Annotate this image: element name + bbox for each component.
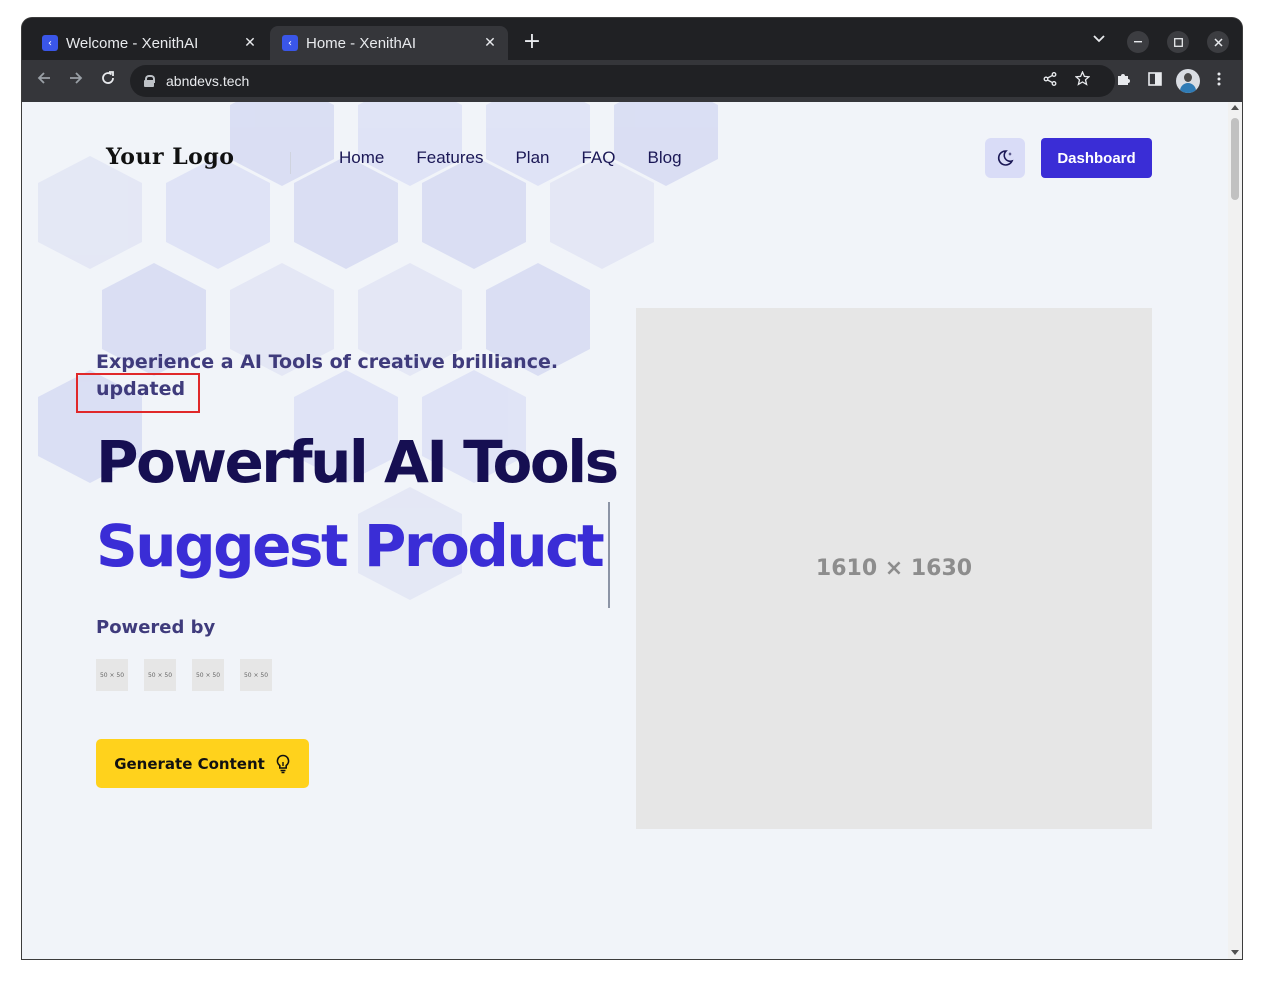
nav-link-features[interactable]: Features bbox=[416, 148, 483, 168]
site-logo[interactable]: Your Logo bbox=[106, 144, 234, 170]
tab-close-icon[interactable]: ✕ bbox=[242, 35, 258, 51]
hero-headline: Powerful AI Tools bbox=[96, 428, 619, 496]
partner-logo-placeholder: 50 × 50 bbox=[96, 659, 128, 691]
tab-welcome[interactable]: ‹ Welcome - XenithAI ✕ bbox=[30, 26, 268, 60]
hero-typed-headline: Suggest Product bbox=[96, 512, 605, 580]
powered-by-label: Powered by bbox=[96, 617, 216, 638]
side-panel-icon[interactable] bbox=[1143, 69, 1167, 93]
browser-menu-icon[interactable] bbox=[1207, 69, 1231, 93]
generate-content-button[interactable]: Generate Content bbox=[96, 739, 309, 788]
maximize-icon[interactable] bbox=[1167, 31, 1189, 53]
site-navigation: Home Features Plan FAQ Blog bbox=[339, 148, 714, 168]
partner-logos: 50 × 50 50 × 50 50 × 50 50 × 50 bbox=[96, 659, 288, 691]
tab-strip: ‹ Welcome - XenithAI ✕ ‹ Home - XenithAI… bbox=[22, 18, 1242, 60]
site-favicon-icon: ‹ bbox=[282, 35, 298, 51]
url-text[interactable]: abndevs.tech bbox=[166, 73, 249, 89]
lock-icon[interactable] bbox=[144, 75, 155, 87]
tab-close-icon[interactable]: ✕ bbox=[482, 35, 498, 51]
tab-title: Home - XenithAI bbox=[306, 34, 417, 52]
close-window-icon[interactable] bbox=[1207, 31, 1229, 53]
tab-title: Welcome - XenithAI bbox=[66, 34, 199, 52]
address-bar[interactable]: abndevs.tech bbox=[130, 65, 1115, 97]
profile-avatar[interactable] bbox=[1176, 69, 1200, 93]
scroll-up-icon[interactable] bbox=[1231, 105, 1239, 110]
typing-caret bbox=[608, 502, 610, 608]
page-scrollbar[interactable] bbox=[1228, 102, 1242, 959]
cta-label: Generate Content bbox=[114, 754, 265, 773]
page-viewport: Your Logo Home Features Plan FAQ Blog Da… bbox=[22, 102, 1242, 959]
partner-logo-placeholder: 50 × 50 bbox=[144, 659, 176, 691]
logo-divider bbox=[290, 152, 291, 174]
extensions-icon[interactable] bbox=[1111, 69, 1135, 93]
new-tab-button[interactable]: + bbox=[520, 31, 544, 55]
site-favicon-icon: ‹ bbox=[42, 35, 58, 51]
minimize-icon[interactable] bbox=[1127, 31, 1149, 53]
partner-logo-placeholder: 50 × 50 bbox=[192, 659, 224, 691]
browser-window: ‹ Welcome - XenithAI ✕ ‹ Home - XenithAI… bbox=[22, 18, 1242, 959]
nav-link-plan[interactable]: Plan bbox=[515, 148, 549, 168]
hero-image-placeholder: 1610 × 1630 bbox=[636, 308, 1152, 829]
nav-link-faq[interactable]: FAQ bbox=[581, 148, 615, 168]
bookmark-star-icon[interactable] bbox=[1066, 65, 1098, 97]
back-icon[interactable] bbox=[32, 69, 56, 93]
nav-link-blog[interactable]: Blog bbox=[648, 148, 682, 168]
moon-icon bbox=[997, 150, 1014, 166]
annotation-highlight-box bbox=[76, 373, 200, 413]
theme-toggle-button[interactable] bbox=[985, 138, 1025, 178]
share-icon[interactable] bbox=[1034, 65, 1066, 97]
tab-search-icon[interactable] bbox=[1088, 32, 1110, 54]
scrollbar-thumb[interactable] bbox=[1231, 118, 1239, 200]
partner-logo-placeholder: 50 × 50 bbox=[240, 659, 272, 691]
reload-icon[interactable] bbox=[96, 69, 120, 93]
dashboard-button[interactable]: Dashboard bbox=[1041, 138, 1152, 178]
tab-home[interactable]: ‹ Home - XenithAI ✕ bbox=[270, 26, 508, 60]
forward-icon[interactable] bbox=[64, 69, 88, 93]
nav-link-home[interactable]: Home bbox=[339, 148, 384, 168]
lightbulb-icon bbox=[275, 754, 291, 774]
browser-toolbar: abndevs.tech bbox=[22, 60, 1242, 102]
scroll-down-icon[interactable] bbox=[1231, 950, 1239, 955]
